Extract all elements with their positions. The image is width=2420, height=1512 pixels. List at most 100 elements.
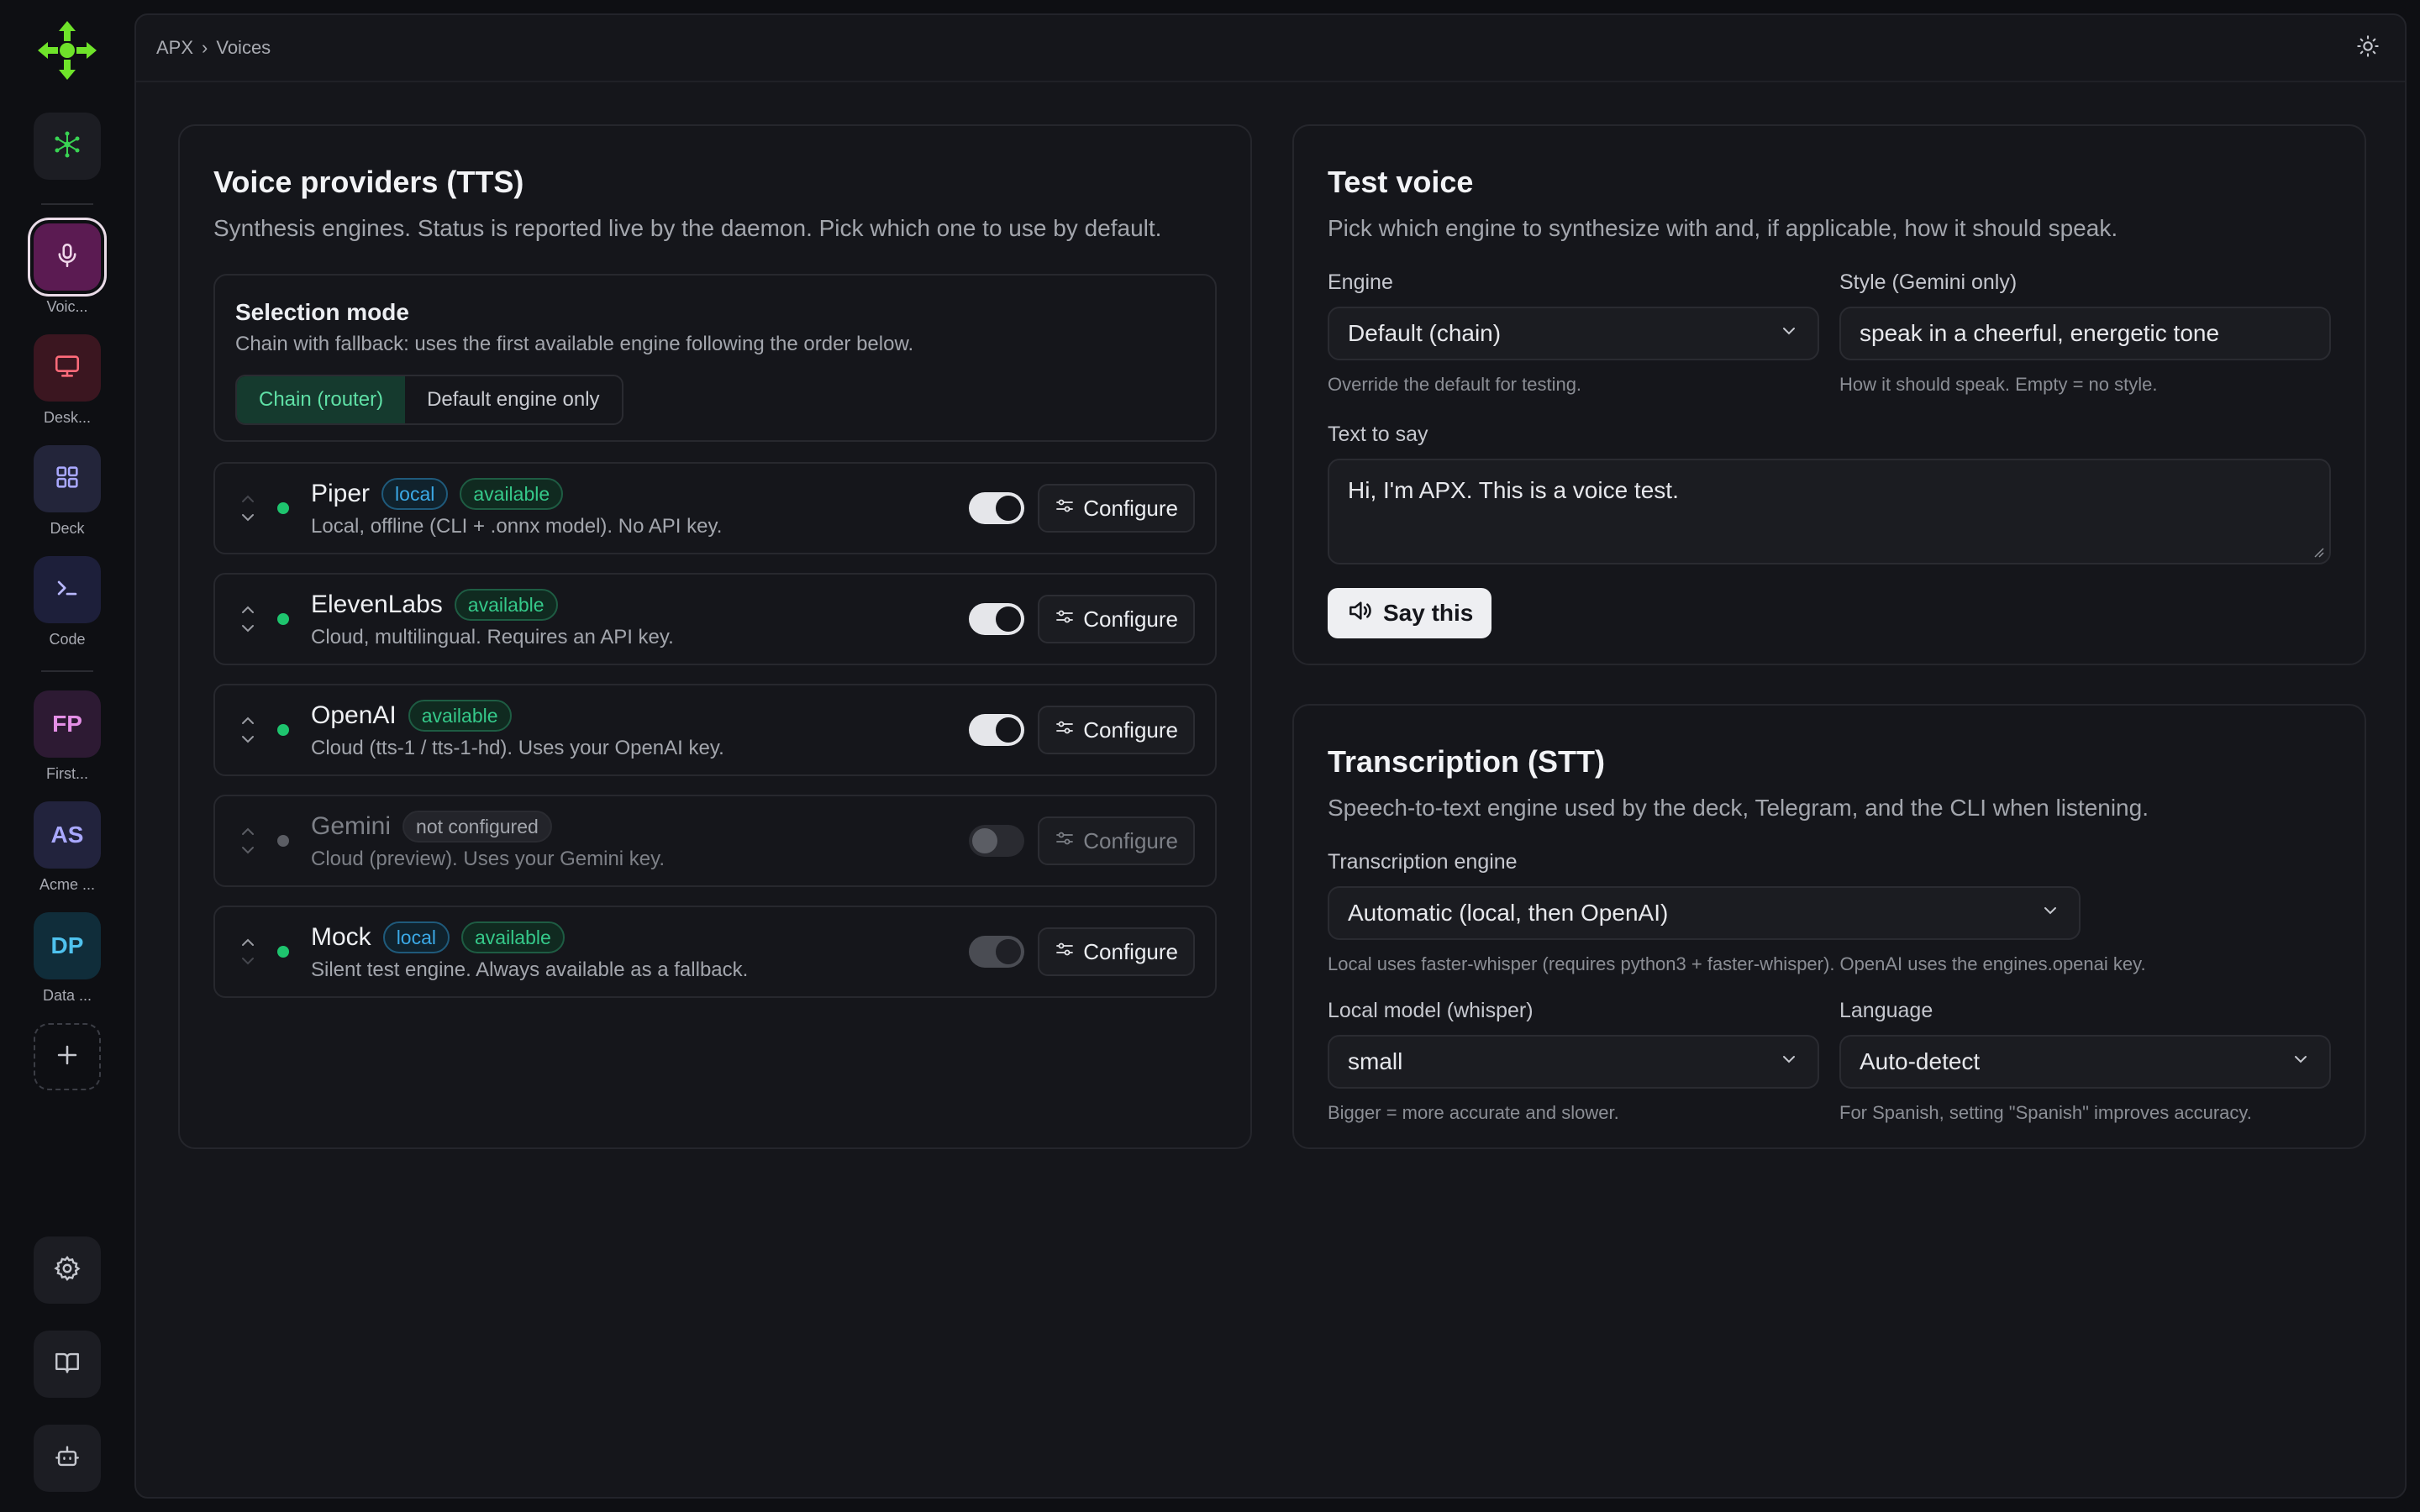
card-subtitle: Synthesis engines. Status is reported li… (213, 215, 1162, 241)
rail-app-data[interactable]: DP Data ... (0, 912, 134, 1005)
selection-mode-description: Chain with fallback: uses the first avai… (235, 333, 914, 355)
move-up-icon[interactable] (239, 713, 257, 728)
provider-toggle[interactable] (969, 825, 1025, 857)
move-up-icon[interactable] (239, 935, 257, 950)
move-down-icon[interactable] (239, 732, 257, 747)
move-down-icon[interactable] (239, 510, 257, 525)
badge-available: available (460, 478, 564, 510)
engine-label: Engine (1328, 270, 1393, 294)
rail-app-label: Data ... (42, 987, 92, 1004)
provider-toggle[interactable] (969, 936, 1025, 968)
mode-default-only[interactable]: Default engine only (405, 376, 621, 423)
move-up-icon[interactable] (239, 602, 257, 617)
card-title: Test voice (1328, 165, 1474, 199)
resize-handle-icon[interactable] (2312, 546, 2324, 558)
rail-app-acme[interactable]: AS Acme ... (0, 801, 134, 894)
configure-button[interactable]: Configure (1038, 595, 1195, 643)
provider-name: Mock (311, 923, 371, 951)
settings-button[interactable] (34, 1236, 101, 1304)
provider-toggle[interactable] (969, 492, 1025, 524)
rail-divider (41, 203, 93, 205)
status-dot (277, 502, 289, 514)
rail-app-label: Desk... (43, 409, 91, 426)
style-input-value: speak in a cheerful, energetic tone (1860, 320, 2220, 346)
transcription-engine-hint: Local uses faster-whisper (requires pyth… (1328, 953, 2146, 974)
provider-toggle[interactable] (969, 714, 1025, 746)
move-up-icon[interactable] (239, 824, 257, 839)
provider-row-mock: Mock local available Silent test engine.… (213, 906, 1217, 998)
language-select[interactable]: Auto-detect (1839, 1035, 2331, 1089)
avatar-initials: AS (50, 822, 84, 848)
theme-toggle-button[interactable] (2351, 31, 2385, 65)
breadcrumb-root[interactable]: APX (156, 37, 193, 59)
project-avatar-dp[interactable]: DP (34, 912, 101, 979)
monitor-icon (53, 352, 82, 385)
mode-chain-router[interactable]: Chain (router) (237, 376, 406, 423)
project-avatar-as[interactable]: AS (34, 801, 101, 869)
configure-button[interactable]: Configure (1038, 927, 1195, 976)
tts-providers-card: Voice providers (TTS) Synthesis engines.… (178, 124, 1252, 1149)
configure-label: Configure (1083, 938, 1178, 964)
style-input[interactable]: speak in a cheerful, energetic tone (1839, 307, 2331, 360)
provider-toggle[interactable] (969, 603, 1025, 635)
style-label: Style (Gemini only) (1839, 270, 2018, 294)
configure-label: Configure (1083, 717, 1178, 743)
voices-app-button[interactable] (34, 223, 101, 291)
rail-app-deck[interactable]: Deck (0, 445, 134, 538)
provider-row-piper: Piper local available Local, offline (CL… (213, 462, 1217, 554)
code-app-button[interactable] (34, 556, 101, 623)
desktop-app-button[interactable] (34, 334, 101, 402)
card-title: Transcription (STT) (1328, 744, 1606, 779)
provider-name: OpenAI (311, 701, 397, 729)
docs-button[interactable] (34, 1331, 101, 1398)
transcription-engine-label: Transcription engine (1328, 850, 1518, 874)
provider-row-openai: OpenAI available Cloud (tts-1 / tts-1-hd… (213, 684, 1217, 776)
move-up-icon[interactable] (239, 491, 257, 507)
mic-icon (53, 241, 82, 274)
move-down-icon[interactable] (239, 953, 257, 969)
status-dot (277, 835, 289, 847)
agent-button[interactable] (34, 1425, 101, 1492)
rail-app-code[interactable]: Code (0, 556, 134, 648)
engine-select[interactable]: Default (chain) (1328, 307, 1819, 360)
app-rail: Voic... Desk... Deck Code FP First... AS… (0, 0, 134, 1512)
reorder-controls (237, 491, 259, 525)
say-this-label: Say this (1383, 600, 1474, 626)
reorder-controls (237, 824, 259, 858)
add-project-button[interactable] (34, 1023, 101, 1090)
breadcrumb: APX › Voices (156, 37, 271, 59)
language-label: Language (1839, 999, 1933, 1022)
configure-button[interactable]: Configure (1038, 706, 1195, 754)
local-model-select[interactable]: small (1328, 1035, 1819, 1089)
chevron-down-icon (2291, 1048, 2311, 1075)
rail-app-voices[interactable]: Voic... (0, 223, 134, 316)
hub-button[interactable] (34, 113, 101, 180)
speaker-icon (1346, 597, 1373, 630)
transcription-card: Transcription (STT) Speech-to-text engin… (1292, 704, 2366, 1149)
project-avatar-fp[interactable]: FP (34, 690, 101, 758)
transcription-engine-select[interactable]: Automatic (local, then OpenAI) (1328, 886, 2081, 940)
say-this-button[interactable]: Say this (1328, 588, 1492, 638)
text-to-say-textarea[interactable]: Hi, I'm APX. This is a voice test. (1328, 459, 2331, 564)
provider-info: Piper local available Local, offline (CL… (311, 478, 969, 538)
status-dot (277, 724, 289, 736)
rail-app-desktop[interactable]: Desk... (0, 334, 134, 427)
configure-button[interactable]: Configure (1038, 816, 1195, 865)
badge-available: available (408, 700, 512, 732)
move-down-icon[interactable] (239, 843, 257, 858)
avatar-initials: FP (52, 711, 82, 737)
configure-button[interactable]: Configure (1038, 484, 1195, 533)
badge-available: available (454, 589, 558, 621)
rail-app-first[interactable]: FP First... (0, 690, 134, 783)
provider-name: Gemini (311, 812, 392, 840)
style-hint: How it should speak. Empty = no style. (1839, 374, 2158, 395)
local-model-label: Local model (whisper) (1328, 999, 1534, 1022)
deck-app-button[interactable] (34, 445, 101, 512)
network-icon (53, 130, 82, 163)
brand-logo-icon[interactable] (34, 17, 101, 84)
card-title: Voice providers (TTS) (213, 165, 524, 199)
configure-label: Configure (1083, 827, 1178, 853)
language-hint: For Spanish, setting "Spanish" improves … (1839, 1102, 2252, 1123)
local-model-hint: Bigger = more accurate and slower. (1328, 1102, 1619, 1123)
move-down-icon[interactable] (239, 621, 257, 636)
